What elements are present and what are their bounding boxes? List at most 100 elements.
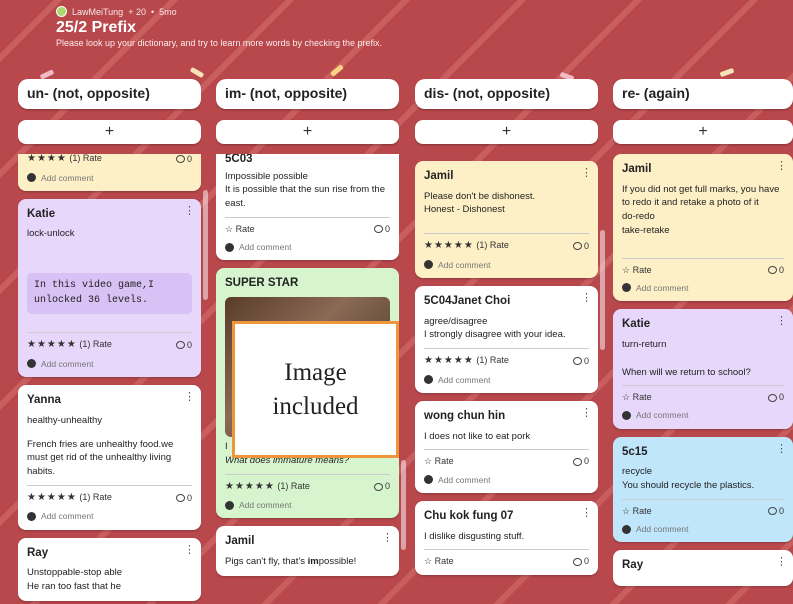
rate-label[interactable]: (1) Rate [277,481,310,491]
more-options-icon[interactable]: ⋮ [776,159,787,175]
add-comment-label[interactable]: Add comment [239,241,291,253]
add-comment[interactable]: Add comment [424,259,589,271]
more-options-icon[interactable]: ⋮ [581,406,592,422]
post-card[interactable]: ⋮ Yanna healthy-unhealthy French fries a… [18,385,201,530]
rate-label[interactable]: (1) Rate [69,154,102,163]
rate-label[interactable]: Rate [435,456,454,466]
post-card[interactable]: ⋮ Jamil If you did not get full marks, y… [613,154,793,302]
add-post-button[interactable]: + [415,120,598,144]
add-comment-label[interactable]: Add comment [636,523,688,535]
comment-bubble-icon [175,341,185,350]
stars-rating[interactable]: ★★★★ [27,154,67,164]
add-post-button[interactable]: + [216,120,399,144]
plus-count: + 20 [128,6,146,17]
post-author: Chu kok fung 07 [424,509,514,522]
add-comment-label[interactable]: Add comment [41,510,93,522]
post-card[interactable]: ⋮ Ray [613,550,793,586]
rate-label[interactable]: Rate [435,556,454,566]
post-body: French fries are unhealthy food.we must … [27,438,174,478]
add-comment[interactable]: Add comment [225,499,390,511]
stars-rating[interactable]: ★★★★★ [424,240,474,251]
stars-rating[interactable]: ★★★★★ [225,481,275,492]
comment-count: 0 [767,505,784,518]
column-title[interactable]: re- (again) [613,79,793,109]
more-options-icon[interactable]: ⋮ [581,166,592,182]
more-options-icon[interactable]: ⋮ [581,506,592,522]
divider [27,332,192,334]
star-outline-icon[interactable]: ☆ [424,456,432,466]
post-card[interactable]: ⋮ Katie turn-return When will we return … [613,309,793,429]
add-comment-label[interactable]: Add comment [636,409,688,421]
add-comment[interactable]: Add comment [225,241,390,253]
add-comment[interactable]: Add comment [424,474,589,486]
column-title[interactable]: im- (not, opposite) [216,79,399,109]
more-options-icon[interactable]: ⋮ [184,204,195,220]
add-comment[interactable]: Add comment [27,358,192,370]
rate-label[interactable]: (1) Rate [476,240,509,250]
more-options-icon[interactable]: ⋮ [184,390,195,406]
rating-row: ★★★★★ (1) Rate 0 [424,239,589,254]
column-scrollbar[interactable] [203,190,208,300]
post-text: take-retake [622,224,670,236]
more-options-icon[interactable]: ⋮ [184,543,195,559]
rate-label[interactable]: (1) Rate [79,339,112,349]
add-comment-label[interactable]: Add comment [636,282,688,294]
add-comment[interactable]: Add comment [27,510,192,522]
more-options-icon[interactable]: ⋮ [776,314,787,330]
stars-rating[interactable]: ★★★★★ [27,339,77,350]
stars-rating[interactable]: ★★★★★ [27,492,77,503]
more-options-icon[interactable]: ⋮ [776,555,787,571]
post-card[interactable]: ⋮ 5c15 recycle You should recycle the pl… [613,436,793,543]
add-comment[interactable]: Add comment [424,374,589,386]
rating-row: ★★★★★ (1) Rate 0 [27,338,192,353]
rate-label[interactable]: (1) Rate [79,492,112,502]
add-post-button[interactable]: + [613,120,793,144]
add-comment[interactable]: Add comment [622,523,784,535]
add-post-button[interactable]: + [18,120,201,144]
post-text: agree/disagree [424,315,488,327]
rate-label[interactable]: Rate [236,224,255,234]
star-outline-icon[interactable]: ☆ [424,556,432,566]
rate-label[interactable]: Rate [633,506,652,516]
more-options-icon[interactable]: ⋮ [382,531,393,547]
add-comment-label[interactable]: Add comment [41,358,93,370]
post-card[interactable]: ★★★★ (1) Rate 0 Add comment [18,154,201,191]
add-comment[interactable]: Add comment [622,409,784,421]
post-card[interactable]: ⋮ 5C04Janet Choi agree/disagree I strong… [415,286,598,394]
column-scrollbar[interactable] [401,460,406,550]
column-title[interactable]: dis- (not, opposite) [415,79,598,109]
post-author: Ray [622,559,644,572]
rate-label[interactable]: (1) Rate [476,355,509,365]
add-comment-label[interactable]: Add comment [41,172,93,184]
author-name[interactable]: LawMeiTung [72,7,123,17]
add-comment-label[interactable]: Add comment [438,374,490,386]
add-comment-label[interactable]: Add comment [239,499,291,511]
post-text: turn-return [622,338,667,350]
add-comment[interactable]: Add comment [27,172,192,184]
more-options-icon[interactable]: ⋮ [776,442,787,458]
add-comment[interactable]: Add comment [622,282,784,294]
post-card[interactable]: ⋮ Jamil Pigs can't fly, that's impossibl… [216,526,399,576]
rate-label[interactable]: Rate [633,265,652,275]
comment-count: 0 [572,555,589,568]
post-card[interactable]: 5C03 Impossible possible It is possible … [216,154,399,261]
rate-label[interactable]: Rate [633,392,652,402]
post-author: Katie [622,318,651,331]
star-outline-icon[interactable]: ☆ [225,224,233,234]
author-avatar[interactable] [56,6,67,17]
star-outline-icon[interactable]: ☆ [622,506,630,516]
column-scrollbar[interactable] [600,230,605,350]
stars-rating[interactable]: ★★★★★ [424,355,474,366]
star-outline-icon[interactable]: ☆ [622,392,630,402]
post-card[interactable]: ⋮ Chu kok fung 07 I dislike disgusting s… [415,500,598,576]
add-comment-label[interactable]: Add comment [438,474,490,486]
post-card[interactable]: ⋮ wong chun hin I does not like to eat p… [415,401,598,493]
post-card[interactable]: ⋮ Jamil Please don't be dishonest. Hones… [415,161,598,279]
comment-bubble-icon [175,494,185,503]
more-options-icon[interactable]: ⋮ [581,291,592,307]
add-comment-label[interactable]: Add comment [438,259,490,271]
post-card[interactable]: ⋮ Ray Unstoppable-stop able He ran too f… [18,537,201,601]
column-title[interactable]: un- (not, opposite) [18,79,201,109]
post-card[interactable]: ⋮ Katie lock-unlock In this video game,I… [18,198,201,378]
star-outline-icon[interactable]: ☆ [622,265,630,275]
